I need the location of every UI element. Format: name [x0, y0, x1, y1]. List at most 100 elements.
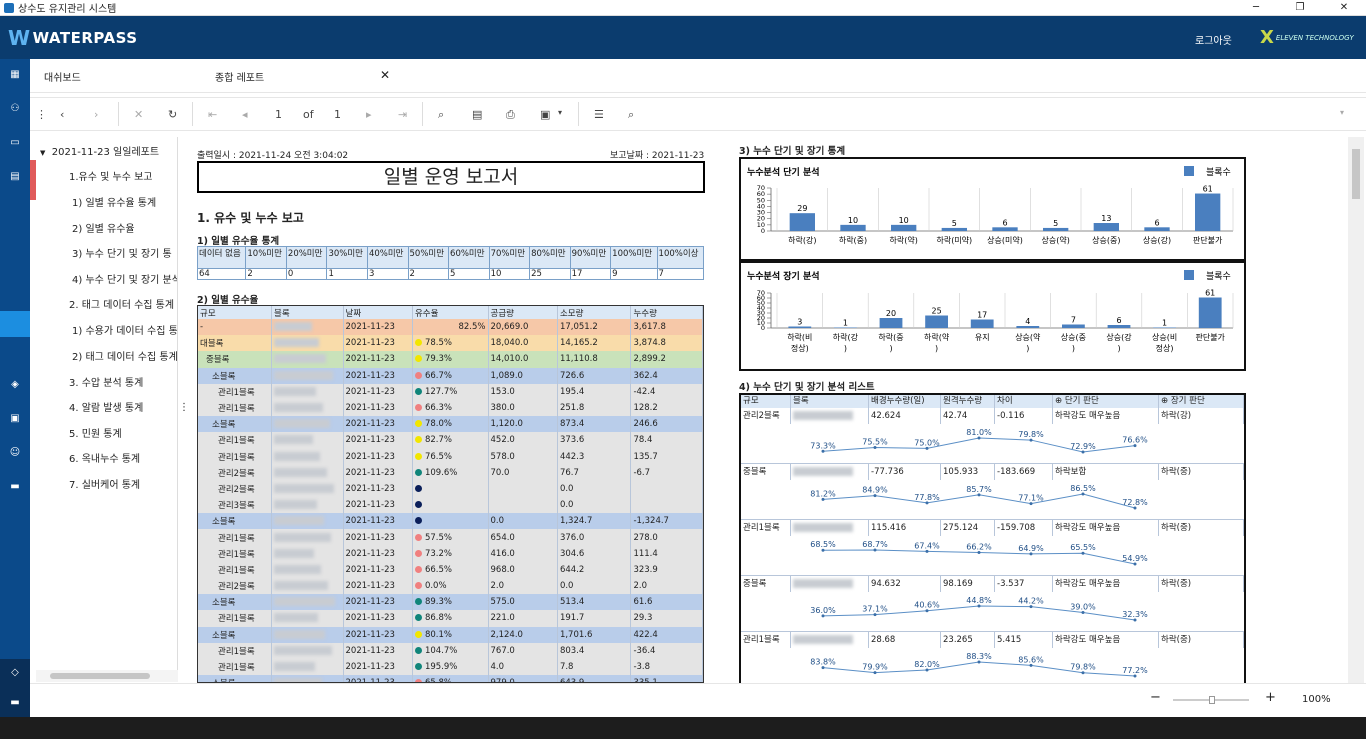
zoom-in-button[interactable]: + [1265, 690, 1276, 705]
report-icon[interactable]: ▤ [8, 171, 22, 183]
bar[interactable] [1153, 327, 1176, 329]
table-row[interactable]: 관리1블록 2021-11-23 82.7% 452.0 373.6 78.4 [198, 432, 703, 449]
maximize-button[interactable]: ❐ [1278, 0, 1322, 16]
table-row[interactable]: 관리1블록 2021-11-23 66.5% 968.0 644.2 323.9 [198, 561, 703, 578]
tree-item[interactable]: 3. 수압 분석 통계 [69, 374, 143, 389]
page-number-input[interactable]: 1 [275, 108, 282, 121]
close-tab-icon[interactable]: ✕ [380, 68, 390, 82]
prev-page-icon[interactable]: ◂ [242, 108, 248, 121]
table-row[interactable]: 소블록 2021-11-23 66.7% 1,089.0 726.6 362.4 [198, 367, 703, 384]
monitor-icon[interactable]: ▭ [8, 137, 22, 149]
search-icon[interactable]: ⌕ [628, 108, 634, 122]
tree-item[interactable]: 1) 일별 유수율 통계 [72, 194, 156, 209]
bar[interactable] [840, 224, 866, 231]
bar[interactable] [941, 227, 967, 231]
bar[interactable] [1195, 193, 1221, 231]
forward-icon[interactable]: › [94, 108, 98, 121]
user-icon[interactable]: ☺ [8, 447, 22, 459]
table-row[interactable]: 관리1블록 2021-11-23 86.8% 221.0 191.7 29.3 [198, 610, 703, 627]
list-item[interactable]: 관리1블록 28.68 23.265 5.415 하락강도 매우높음 하락(중) 83.8%… [741, 632, 1244, 683]
table-row[interactable]: 소블록 2021-11-23 78.0% 1,120.0 873.4 246.6 [198, 416, 703, 433]
waterpass-logo[interactable]: W WATERPASS [8, 26, 138, 50]
device-icon[interactable]: ▬ [8, 481, 22, 493]
zoom-out-button[interactable]: − [1150, 690, 1161, 705]
bar[interactable] [992, 227, 1018, 231]
bar[interactable] [834, 327, 857, 329]
short-term-help-icon[interactable]: ⊕ [1055, 396, 1065, 406]
layers-icon[interactable]: ◈ [8, 379, 22, 391]
bar[interactable] [970, 319, 994, 329]
table-row[interactable]: 소블록 2021-11-23 80.1% 2,124.0 1,701.6 422.4 [198, 626, 703, 643]
find-document-icon[interactable]: ⌕ [438, 108, 444, 122]
tree-item[interactable]: 2. 태그 데이터 수집 통계 [69, 296, 174, 311]
outline-icon[interactable]: ☰ [594, 108, 604, 121]
last-page-icon[interactable]: ⇥ [398, 108, 407, 121]
close-window-button[interactable]: ✕ [1322, 0, 1366, 16]
table-row[interactable]: 소블록 2021-11-23 0.0 1,324.7 -1,324.7 [198, 513, 703, 530]
next-page-icon[interactable]: ▸ [366, 108, 372, 121]
bar[interactable] [879, 318, 903, 328]
table-row[interactable]: 관리1블록 2021-11-23 57.5% 654.0 376.0 278.0 [198, 529, 703, 546]
splitter-handle[interactable]: ⋮ [179, 402, 189, 413]
table-row[interactable]: 중블록 2021-11-23 79.3% 14,010.0 11,110.8 2,899.… [198, 351, 703, 368]
table-row[interactable]: 대블록 2021-11-23 78.5% 18,040.0 14,165.2 3,874.… [198, 335, 703, 352]
table-row[interactable]: 관리1블록 2021-11-23 66.3% 380.0 251.8 128.2 [198, 399, 703, 417]
bar[interactable] [788, 326, 812, 329]
tree-item[interactable]: 2) 일별 유수율 [72, 220, 135, 235]
more-icon[interactable]: ⋮ [36, 108, 47, 121]
tree-item[interactable]: 7. 실버케어 통계 [69, 476, 140, 491]
tree-item[interactable]: 4) 누수 단기 및 장기 분석 [72, 271, 177, 286]
bar[interactable] [891, 224, 917, 231]
toolbar-expand-icon[interactable]: ▾ [1340, 108, 1344, 117]
screen-icon[interactable]: ▣ [8, 413, 22, 425]
list-item[interactable]: 관리2블록 42.624 42.74 -0.116 하락강도 매우높음 하락(강) 73.3… [741, 408, 1244, 464]
tag-icon[interactable]: ◇ [8, 667, 22, 679]
table-row[interactable]: 관리2블록 2021-11-23 0.0 [198, 480, 703, 498]
list-item[interactable]: 관리1블록 115.416 275.124 -159.708 하락강도 매우높음 하락(중… [741, 520, 1244, 576]
tree-item[interactable]: 6. 옥내누수 통계 [69, 450, 140, 465]
network-icon[interactable]: ⚇ [8, 103, 22, 115]
back-icon[interactable]: ‹ [60, 108, 64, 121]
tree-item[interactable]: 5. 민원 통계 [69, 425, 122, 440]
tree-item[interactable]: 1) 수용가 데이터 수집 통 [72, 322, 177, 337]
chat-icon[interactable]: ▬ [8, 697, 22, 709]
table-row[interactable]: 관리1블록 2021-11-23 73.2% 416.0 304.6 111.4 [198, 545, 703, 562]
bar[interactable] [1062, 324, 1085, 329]
bar[interactable] [1043, 227, 1069, 231]
tree-item[interactable]: 1.유수 및 누수 보고 [69, 168, 152, 183]
bar[interactable] [1093, 223, 1119, 231]
print-icon[interactable]: ⎙ [506, 108, 515, 122]
minimize-button[interactable]: ─ [1234, 0, 1278, 16]
table-row[interactable]: 관리1블록 2021-11-23 127.7% 153.0 195.4 -42.4 [198, 383, 703, 400]
table-row[interactable]: 관리1블록 2021-11-23 104.7% 767.0 803.4 -36.4 [198, 642, 703, 659]
table-row[interactable]: 관리1블록 2021-11-23 195.9% 4.0 7.8 -3.8 [198, 658, 703, 676]
list-item[interactable]: 중블록 94.632 98.169 -3.537 하락강도 매우높음 하락(중) 36.0%… [741, 576, 1244, 632]
table-row[interactable]: 관리2블록 2021-11-23 109.6% 70.0 76.7 -6.7 [198, 464, 703, 481]
refresh-icon[interactable]: ↻ [168, 108, 177, 121]
table-row[interactable]: 소블록 2021-11-23 89.3% 575.0 513.4 61.6 [198, 594, 703, 611]
logout-button[interactable]: 로그아웃 [1195, 32, 1232, 47]
bar[interactable] [1016, 326, 1040, 328]
collapse-icon[interactable]: ▼ [40, 149, 45, 157]
tree-root[interactable]: ▼ 2021-11-23 일일레포트 [40, 143, 159, 158]
report-scrollbar[interactable] [1348, 137, 1364, 683]
tree-item[interactable]: 4. 알람 발생 통계 [69, 399, 143, 414]
table-row[interactable]: 소블록 2021-11-2365.8%979.0643.9335.1 [198, 675, 703, 682]
stop-icon[interactable]: ✕ [134, 108, 143, 121]
zoom-level[interactable]: 100% [1302, 694, 1331, 705]
table-row[interactable]: 관리3블록 2021-11-23 0.0 [198, 497, 703, 514]
save-icon[interactable]: ▣ [540, 108, 550, 121]
bar[interactable] [925, 315, 948, 329]
zoom-slider[interactable] [1173, 696, 1249, 704]
dashboard-icon[interactable]: ▦ [8, 69, 22, 81]
bar[interactable] [1144, 227, 1170, 231]
page-setup-icon[interactable]: ▤ [472, 108, 482, 121]
table-row[interactable]: 관리1블록 2021-11-23 76.5% 578.0 442.3 135.7 [198, 448, 703, 465]
tree-item[interactable]: 2) 태그 데이터 수집 통계 [72, 348, 177, 363]
tree-scrollbar[interactable] [36, 670, 178, 682]
list-item[interactable]: 중블록 -77.736 105.933 -183.669 하락보합 하락(중) 81.2% 8… [741, 464, 1244, 520]
bar[interactable] [1198, 297, 1222, 329]
bar[interactable] [789, 213, 815, 231]
bar[interactable] [1107, 325, 1131, 328]
first-page-icon[interactable]: ⇤ [208, 108, 217, 121]
